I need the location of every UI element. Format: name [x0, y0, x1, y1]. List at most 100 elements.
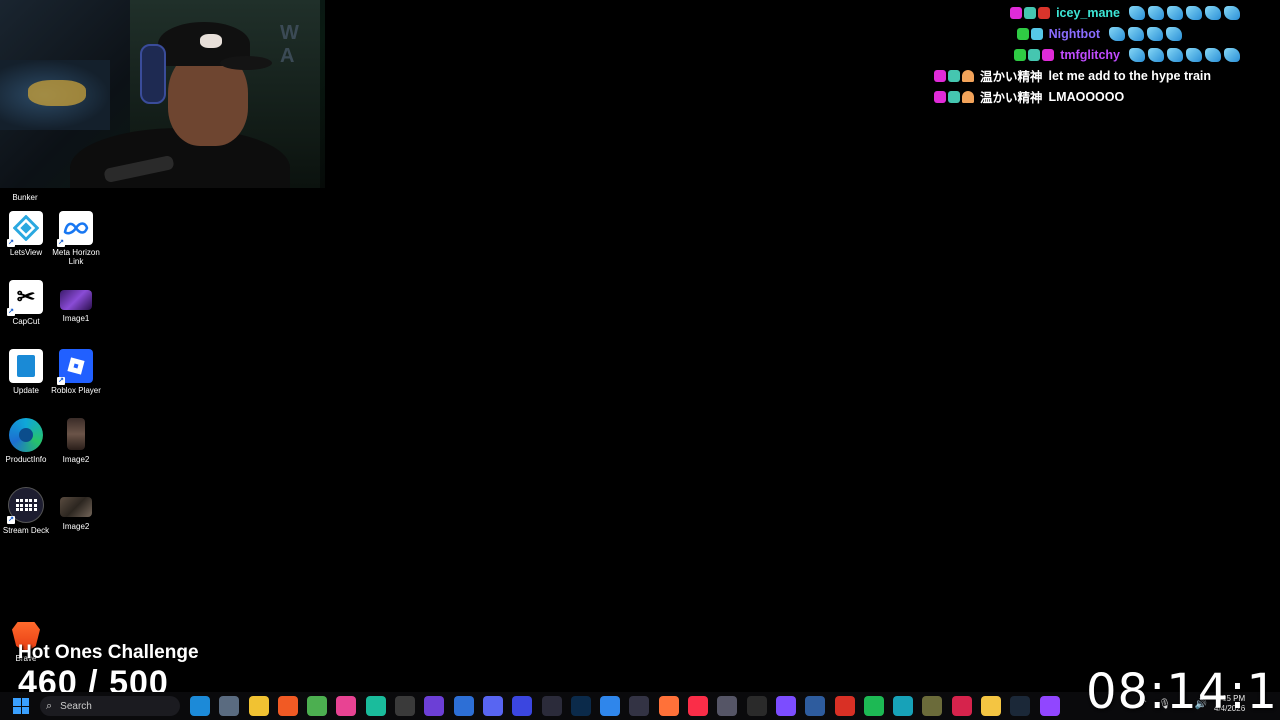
desktop-icon-image1[interactable]: Image1 — [50, 290, 102, 323]
chrome-icon[interactable] — [307, 696, 328, 716]
firefox-icon[interactable] — [658, 696, 679, 716]
chat-username: tmfglitchy — [1060, 47, 1120, 62]
emote-icon — [1205, 47, 1221, 62]
image-icon — [67, 418, 85, 450]
desktop-icon-label: CapCut — [12, 317, 40, 326]
desktop-icon-stream-deck[interactable]: ↗ Stream Deck — [0, 487, 52, 535]
moderator-badge-icon — [1016, 27, 1029, 40]
streamdeck-icon: ↗ — [7, 487, 44, 524]
photoshop-icon[interactable] — [570, 696, 591, 716]
discord-icon[interactable] — [482, 696, 503, 716]
edge-icon — [9, 418, 43, 452]
desktop-icon-label: Roblox Player — [51, 386, 101, 395]
explorer-icon[interactable] — [248, 696, 269, 716]
desktop-icon-image2[interactable]: Image2 — [50, 418, 102, 464]
app-dark-icon[interactable] — [629, 696, 650, 716]
chat-overlay: icey_mane Nightbot tmfglitchy 温かい精神 let … — [930, 2, 1240, 107]
redapp-icon[interactable] — [834, 696, 855, 716]
emote-icon — [1167, 47, 1183, 62]
gamepad-icon[interactable] — [453, 696, 474, 716]
desktop-icon-capcut[interactable]: ✂ ↗ CapCut — [0, 280, 52, 326]
steam-icon[interactable] — [1010, 696, 1031, 716]
stream-clock: 08:14:19 — [1086, 664, 1280, 720]
emote-icon — [1148, 47, 1164, 62]
chat-username: 温かい精神 — [980, 91, 1043, 105]
image-icon — [60, 290, 92, 310]
v-app-icon[interactable] — [512, 696, 533, 716]
adobe-icon[interactable] — [951, 696, 972, 716]
desktop-icon-update[interactable]: Update — [0, 349, 52, 395]
diamond-icon[interactable] — [805, 696, 826, 716]
app-grey-icon[interactable] — [717, 696, 738, 716]
roblox-icon: ↗ — [57, 349, 93, 385]
chat-text: LMAOOOOO — [1048, 89, 1125, 104]
desktop-icon-label: ProductInfo — [5, 455, 47, 464]
chat-username: icey_mane — [1056, 5, 1120, 20]
emote-icon — [1109, 26, 1125, 41]
app-violet-icon[interactable] — [775, 696, 796, 716]
badge-icon — [962, 90, 974, 103]
chat-username: Nightbot — [1048, 26, 1100, 41]
app-pink-icon[interactable] — [336, 696, 357, 716]
emote-icon — [1128, 26, 1144, 41]
app-green-icon[interactable] — [365, 696, 386, 716]
badge-icon — [1024, 6, 1037, 19]
obs-icon[interactable] — [395, 696, 416, 716]
desktop-icon-meta-horizon-link[interactable]: ↗ Meta Horizon Link — [50, 211, 102, 266]
app-twitch-icon[interactable] — [1039, 696, 1060, 716]
headset — [140, 44, 166, 104]
emote-icon — [1167, 5, 1183, 20]
chat-message: tmfglitchy — [930, 44, 1240, 65]
emote-icon — [1129, 5, 1145, 20]
chat-message: 温かい精神 let me add to the hype train — [930, 65, 1240, 86]
badge-icon — [934, 90, 946, 103]
desktop-icon-label: Image2 — [62, 455, 90, 464]
brave-icon[interactable] — [277, 696, 298, 716]
chat-text: let me add to the hype train — [1048, 68, 1212, 83]
desktop-icon-label-bunker[interactable]: Bunker — [0, 193, 50, 202]
music-icon[interactable] — [688, 696, 709, 716]
emote-icon — [1148, 5, 1164, 20]
app-olive-icon[interactable] — [922, 696, 943, 716]
desktop-icon-productinfo[interactable]: ProductInfo — [0, 418, 52, 464]
bot-badge-icon — [1030, 27, 1043, 40]
badge-icon — [948, 90, 960, 103]
badge-icon — [1042, 48, 1055, 61]
badge-icon — [1010, 6, 1023, 19]
start-button[interactable] — [13, 698, 29, 714]
badge-icon — [1028, 48, 1041, 61]
emote-icon — [1186, 47, 1202, 62]
g-app-icon[interactable] — [981, 696, 1002, 716]
chat-message: Nightbot — [930, 23, 1240, 44]
edge-icon[interactable] — [190, 696, 210, 716]
desktop-icon-label: Stream Deck — [2, 526, 50, 535]
gift-badge-icon — [1038, 6, 1051, 19]
webcam-feed: W A — [0, 0, 325, 188]
search-icon: ⌕ — [46, 699, 53, 712]
taskbar-search[interactable]: ⌕ Search — [40, 696, 180, 716]
chat-message: 温かい精神 LMAOOOOO — [930, 86, 1240, 107]
settings-icon[interactable] — [219, 696, 240, 716]
chat-username: 温かい精神 — [980, 70, 1043, 84]
meta-icon: ↗ — [57, 211, 93, 247]
capture-icon[interactable] — [541, 696, 562, 716]
emote-icon — [1205, 5, 1221, 20]
capcut-icon: ✂ ↗ — [7, 280, 43, 316]
desktop-icon-image2b[interactable]: Image2 — [50, 497, 102, 531]
moderator-badge-icon — [1014, 48, 1027, 61]
search-label: Search — [60, 700, 92, 712]
desktop-icon-roblox[interactable]: ↗ Roblox Player — [50, 349, 102, 395]
cam-icon[interactable] — [746, 696, 767, 716]
wall-letters: W A — [280, 22, 305, 67]
desktop-icon-label: Image1 — [62, 314, 90, 323]
emote-icon — [1129, 47, 1145, 62]
app-purple-icon[interactable] — [424, 696, 445, 716]
emote-icon — [1224, 47, 1240, 62]
emote-icon — [1186, 5, 1202, 20]
app-teal-icon[interactable] — [893, 696, 914, 716]
spotify-icon[interactable] — [863, 696, 884, 716]
image-icon — [60, 497, 92, 517]
desktop-icon-letsview[interactable]: ↗ LetsView — [0, 211, 52, 257]
app-blue-icon[interactable] — [600, 696, 621, 716]
challenge-title: Hot Ones Challenge — [18, 642, 199, 663]
